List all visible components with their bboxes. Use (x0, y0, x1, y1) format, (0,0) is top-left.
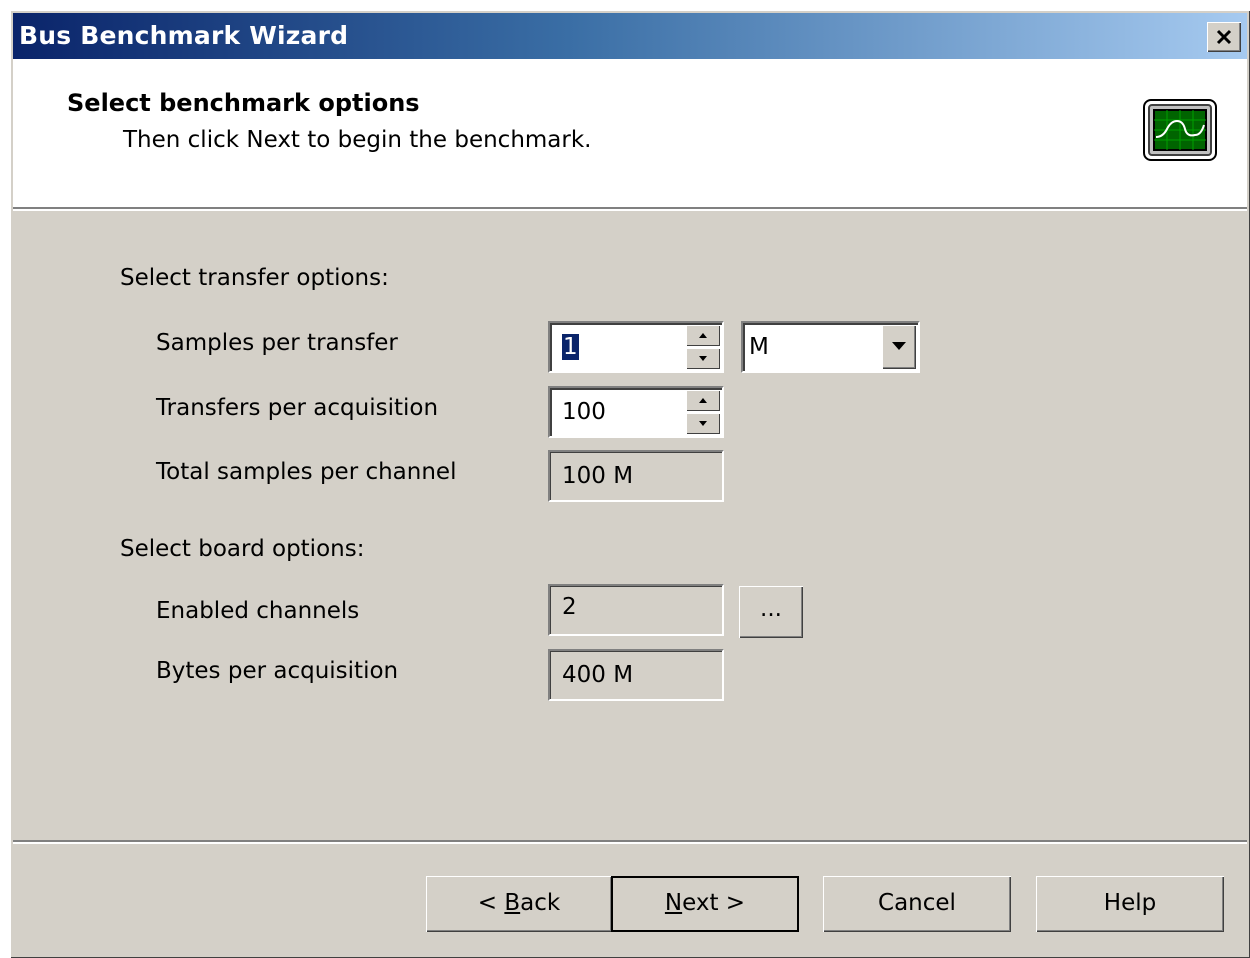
help-button[interactable]: Help (1036, 876, 1224, 932)
next-accelerator: N (664, 890, 683, 916)
wizard-window: Bus Benchmark Wizard Select benchmark op… (10, 10, 1250, 958)
samples-per-transfer-field[interactable]: 1 (548, 321, 724, 373)
page-subtitle: Then click Next to begin the benchmark. (123, 127, 592, 153)
total-samples-label: Total samples per channel (156, 459, 457, 485)
arrow-up-icon (699, 398, 707, 403)
arrow-down-icon (699, 421, 707, 426)
total-samples-field: 100 M (548, 450, 724, 502)
unit-dropdown-value: M (749, 334, 769, 360)
page-title: Select benchmark options (67, 89, 420, 117)
browse-channels-button[interactable]: ... (739, 586, 803, 638)
back-label-rest: ack (520, 890, 561, 916)
transfer-options-label: Select transfer options: (120, 265, 389, 291)
arrow-down-icon (699, 356, 707, 361)
bytes-per-acquisition-value: 400 M (562, 662, 634, 688)
cancel-button[interactable]: Cancel (823, 876, 1011, 932)
spin-down-button[interactable] (686, 348, 720, 369)
footer-separator (13, 840, 1247, 844)
header-separator (13, 207, 1247, 211)
window-title: Bus Benchmark Wizard (19, 21, 349, 50)
transfers-per-acquisition-label: Transfers per acquisition (156, 395, 439, 421)
transfers-per-acquisition-spinner[interactable] (686, 390, 720, 434)
oscilloscope-icon (1143, 99, 1217, 161)
title-bar[interactable]: Bus Benchmark Wizard (13, 13, 1247, 59)
enabled-channels-label: Enabled channels (156, 598, 360, 624)
next-label-rest: ext > (682, 890, 746, 916)
samples-per-transfer-spinner[interactable] (686, 325, 720, 369)
close-icon (1216, 29, 1232, 45)
bytes-per-acquisition-label: Bytes per acquisition (156, 658, 399, 684)
spin-down-button[interactable] (686, 413, 720, 434)
total-samples-value: 100 M (562, 463, 634, 489)
next-button[interactable]: Next > (611, 876, 799, 932)
bytes-per-acquisition-field: 400 M (548, 649, 724, 701)
arrow-up-icon (699, 333, 707, 338)
transfers-per-acquisition-value[interactable]: 100 (562, 399, 606, 425)
transfers-per-acquisition-field[interactable]: 100 (548, 386, 724, 438)
dropdown-button[interactable] (882, 325, 916, 369)
back-accelerator: B (504, 890, 521, 916)
unit-dropdown[interactable]: M (741, 321, 920, 373)
back-prefix: < (477, 890, 505, 916)
samples-per-transfer-label: Samples per transfer (156, 330, 398, 356)
spin-up-button[interactable] (686, 390, 720, 411)
spin-up-button[interactable] (686, 325, 720, 346)
samples-per-transfer-value[interactable]: 1 (562, 334, 579, 360)
back-button[interactable]: < Back (426, 876, 612, 932)
enabled-channels-field: 2 (548, 584, 724, 636)
board-options-label: Select board options: (120, 536, 365, 562)
close-button[interactable] (1207, 22, 1241, 52)
chevron-down-icon (892, 342, 906, 350)
wizard-header: Select benchmark options Then click Next… (13, 59, 1247, 209)
enabled-channels-value: 2 (562, 594, 577, 620)
